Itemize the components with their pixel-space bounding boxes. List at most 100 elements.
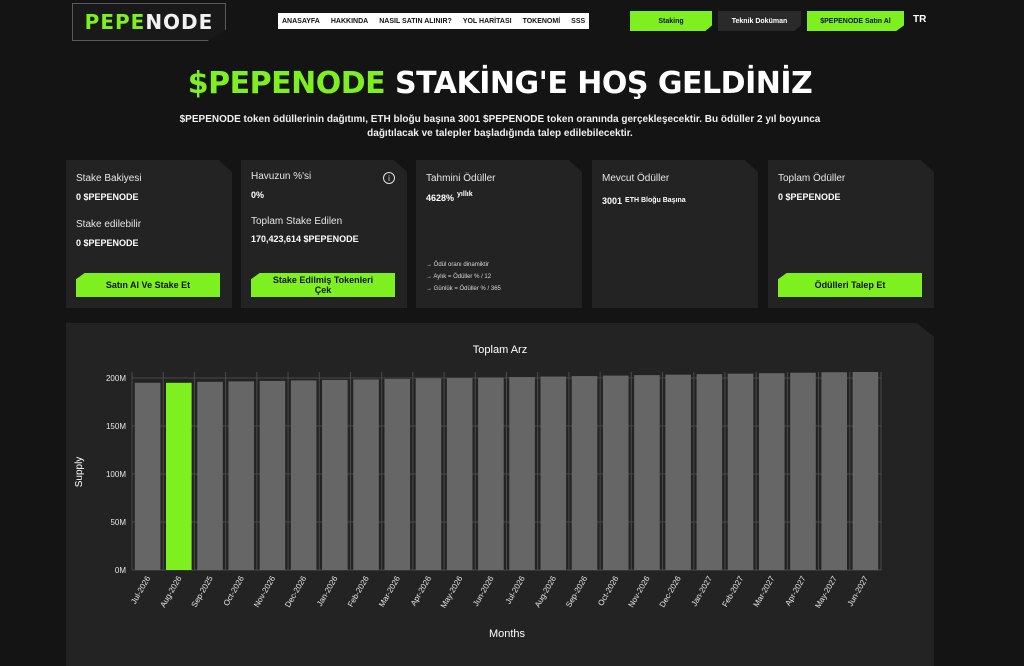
staking-page: PEPE NODE ANASAYFA HAKKINDA NASIL SATIN A… — [0, 0, 1024, 666]
supply-bar[interactable] — [509, 377, 535, 570]
supply-bar[interactable] — [259, 380, 286, 570]
supply-bar[interactable] — [415, 378, 442, 570]
supply-bar[interactable] — [446, 378, 473, 570]
x-tick-label: Jul-2026 — [129, 574, 152, 606]
page-subtitle: $PEPENODE token ödüllerinin dağıtımı, ET… — [179, 114, 821, 139]
stakeable-value: 0 $PEPENODE — [76, 238, 139, 248]
stakeable-label: Stake edilebilir — [76, 219, 142, 230]
supply-bar[interactable] — [384, 378, 411, 570]
x-tick-label: Oct-2026 — [222, 574, 247, 607]
current-rewards-value: 3001 — [602, 196, 623, 206]
total-rewards-label: Toplam Ödüller — [778, 173, 846, 184]
reward-note-dynamic: → Ödül oranı dinamiktir — [426, 262, 490, 268]
supply-bar[interactable] — [322, 379, 348, 570]
estimated-rewards-unit: yıllık — [457, 191, 473, 198]
x-tick-label: Nov-2026 — [252, 574, 277, 609]
logo-part-1: PEPE — [84, 10, 146, 34]
x-tick-label: Oct-2026 — [596, 574, 621, 607]
total-supply-chart: Toplam Arz 0M 50M 100M 150M 200M Jul-2026 Aug… — [74, 344, 882, 640]
reward-note-monthly: → Aylık = Ödüller % / 12 — [426, 274, 492, 280]
pool-card: Havuzun %'si i 0% Toplam Stake Edilen 17… — [241, 160, 407, 308]
x-tick-label: Mar-2026 — [377, 574, 402, 609]
current-rewards-card: Mevcut Ödüller 3001 ETH Bloğu Başına — [592, 160, 758, 308]
nav-item-about[interactable]: HAKKINDA — [331, 18, 368, 25]
y-tick-label: 200M — [106, 374, 126, 383]
stake-balance-value: 0 $PEPENODE — [76, 192, 139, 202]
chart-title: Toplam Arz — [473, 344, 527, 356]
supply-bar[interactable] — [665, 374, 691, 570]
current-rewards-unit: ETH Bloğu Başına — [625, 197, 686, 204]
supply-bar[interactable] — [290, 380, 317, 570]
nav-item-how-to-buy[interactable]: NASIL SATIN ALINIR? — [379, 18, 452, 25]
x-tick-label: Jun-2026 — [471, 574, 496, 608]
total-staked-value: 170,423,614 $PEPENODE — [251, 234, 359, 244]
x-tick-label: Apr-2027 — [783, 574, 808, 607]
nav-item-roadmap[interactable]: YOL HARİTASI — [463, 18, 512, 25]
total-rewards-card: Toplam Ödüller 0 $PEPENODE Ödülleri Tale… — [768, 160, 934, 308]
x-tick-label: May-2027 — [813, 574, 839, 610]
x-tick-label: Jul-2026 — [504, 574, 527, 606]
x-tick-label: Sep-2026 — [564, 574, 589, 609]
x-tick-label: Feb-2026 — [346, 574, 371, 609]
supply-bar[interactable] — [197, 381, 223, 570]
pepenode-logo[interactable]: PEPE NODE — [72, 3, 226, 41]
x-tick-label: Nov-2026 — [627, 574, 652, 609]
supply-bar[interactable] — [696, 374, 723, 570]
supply-bar[interactable] — [790, 372, 816, 570]
supply-bar[interactable] — [727, 373, 754, 570]
y-tick-label: 50M — [110, 518, 126, 527]
claim-rewards-button[interactable]: Ödülleri Talep Et — [778, 273, 922, 297]
nav-item-home[interactable]: ANASAYFA — [282, 18, 320, 25]
buy-and-stake-button[interactable]: Satın Al Ve Stake Et — [76, 273, 220, 297]
supply-bar[interactable] — [852, 372, 879, 570]
nav-item-faq[interactable]: SSS — [571, 18, 585, 25]
supply-bar[interactable] — [571, 376, 598, 570]
x-tick-label: Sep-2025 — [190, 574, 215, 609]
x-tick-label: Feb-2027 — [720, 574, 745, 609]
staking-button[interactable]: Staking — [630, 11, 712, 31]
y-axis-label: Supply — [74, 457, 85, 488]
estimated-rewards-card: Tahmini Ödüller 4628% yıllık → Ödül oranı… — [416, 160, 582, 308]
current-rewards-value-row: 3001 ETH Bloğu Başına — [602, 196, 686, 206]
x-tick-label: Jan-2026 — [315, 574, 340, 608]
reward-note-daily: → Günlük = Ödüller % / 365 — [426, 286, 501, 292]
whitepaper-button[interactable]: Teknik Doküman — [718, 11, 801, 31]
supply-bar[interactable] — [134, 382, 161, 570]
title-text: STAKİNG'E HOŞ GELDİNİZ — [395, 66, 813, 101]
nav-item-tokenomics[interactable]: TOKENOMİ — [523, 18, 561, 25]
x-tick-label: May-2026 — [439, 574, 465, 610]
buy-token-button[interactable]: $PEPENODE Satın Al — [807, 11, 904, 31]
pool-share-value: 0% — [251, 190, 265, 200]
withdraw-line-2: Çek — [314, 285, 332, 295]
x-tick-label: Aug-2026 — [158, 574, 183, 609]
logo-part-2: NODE — [145, 10, 214, 34]
x-tick-label: Jun-2027 — [846, 574, 871, 608]
x-axis-label: Months — [489, 628, 526, 640]
estimated-rewards-value: 4628% — [426, 193, 455, 203]
x-tick-label: Jan-2027 — [690, 574, 715, 608]
stake-balance-label: Stake Bakiyesi — [76, 173, 142, 184]
pool-share-label: Havuzun %'si — [251, 171, 312, 182]
x-tick-label: Apr-2026 — [409, 574, 434, 607]
estimated-rewards-label: Tahmini Ödüller — [426, 173, 496, 184]
withdraw-line-1: Stake Edilmiş Tokenleri — [272, 275, 374, 285]
y-tick-label: 150M — [106, 422, 126, 431]
supply-bar[interactable] — [758, 373, 785, 570]
title-token: $PEPENODE — [187, 66, 386, 101]
current-rewards-label: Mevcut Ödüller — [602, 173, 670, 184]
y-tick-label: 100M — [106, 470, 126, 479]
total-supply-chart-panel: Toplam Arz 0M 50M 100M 150M 200M Jul-2026 Aug… — [66, 323, 934, 666]
x-tick-label: Dec-2026 — [283, 574, 308, 609]
supply-bar[interactable] — [353, 379, 379, 570]
supply-bar[interactable] — [540, 376, 567, 570]
language-selector[interactable]: TR — [913, 14, 926, 25]
info-icon[interactable]: i — [383, 172, 395, 184]
supply-bar[interactable] — [166, 382, 192, 570]
supply-bar[interactable] — [602, 375, 629, 570]
supply-bar[interactable] — [634, 375, 660, 570]
supply-bar[interactable] — [821, 372, 847, 570]
supply-bar[interactable] — [228, 381, 255, 570]
stake-balance-card: Stake Bakiyesi 0 $PEPENODE Stake edilebi… — [66, 160, 232, 308]
withdraw-staked-button[interactable]: Stake Edilmiş Tokenleri Çek — [251, 273, 395, 297]
supply-bar[interactable] — [478, 377, 504, 570]
